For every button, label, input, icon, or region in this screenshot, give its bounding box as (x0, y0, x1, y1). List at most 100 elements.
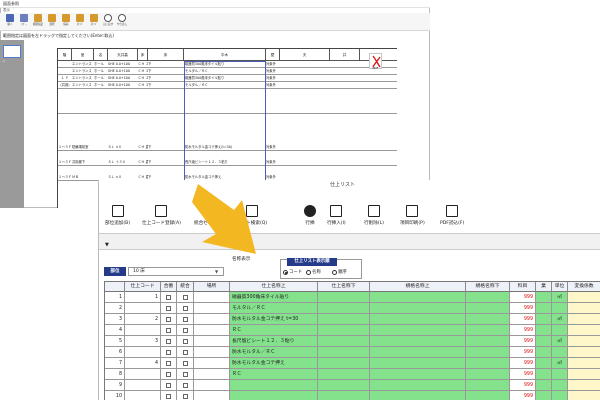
grid-cell[interactable] (466, 336, 510, 347)
grid-cell[interactable] (536, 292, 552, 303)
grid-cell[interactable] (568, 325, 600, 336)
grid-cell[interactable] (466, 292, 510, 303)
grid-cell[interactable] (568, 347, 600, 358)
grid-cell[interactable] (177, 380, 194, 391)
ribbon-open-button[interactable]: 開く (3, 13, 17, 31)
row-delete-button[interactable]: 行削除(L) (364, 205, 384, 231)
grid-cell-upper[interactable]: 防水モルタル／ＲＣ (230, 347, 318, 358)
grid-cell-unit[interactable] (552, 325, 568, 336)
grid-cell[interactable] (568, 369, 600, 380)
table-row[interactable]: 6 防水モルタル／ＲＣ 999 (105, 347, 600, 358)
checkbox[interactable] (183, 328, 188, 333)
ribbon-redo-button[interactable]: やり直し (115, 13, 129, 31)
grid-cell-place[interactable] (194, 347, 230, 358)
checkbox[interactable] (183, 361, 188, 366)
grid-cell-upper[interactable]: 長尺塩ビシート１２．３粘り (230, 336, 318, 347)
checkbox[interactable] (183, 295, 188, 300)
grid-cell-n[interactable]: 10 (105, 391, 125, 400)
grid-cell-upper[interactable]: 磁器質300角床タイル貼り (230, 292, 318, 303)
grid-cell-code[interactable]: 3 (125, 336, 161, 347)
grid-cell-unit[interactable] (552, 303, 568, 314)
checkbox[interactable] (166, 295, 171, 300)
grid-cell[interactable] (161, 380, 177, 391)
grid-cell-place[interactable] (194, 303, 230, 314)
grid-cell-unit[interactable]: ㎡ (552, 358, 568, 369)
grid-cell[interactable] (177, 292, 194, 303)
grid-cell-code[interactable] (125, 347, 161, 358)
grid-cell-upper[interactable] (230, 380, 318, 391)
checkbox[interactable] (183, 383, 188, 388)
grid-cell[interactable] (161, 303, 177, 314)
radio-order[interactable]: 順序 (332, 268, 347, 276)
grid-cell[interactable] (161, 391, 177, 400)
grid-cell[interactable] (466, 303, 510, 314)
grid-cell[interactable] (466, 347, 510, 358)
grid-cell[interactable] (318, 358, 370, 369)
grid-cell[interactable] (370, 369, 466, 380)
table-row[interactable]: 3 2 防水モルタル金コテ押え t=30 999 ㎡ (105, 314, 600, 325)
grid-cell-unit[interactable] (552, 391, 568, 400)
grid-cell-code[interactable] (125, 380, 161, 391)
pdf-icon[interactable]: PDF (369, 53, 382, 70)
checkbox[interactable] (183, 350, 188, 355)
grid-cell-unit[interactable]: ㎡ (552, 336, 568, 347)
grid-cell[interactable] (161, 358, 177, 369)
grid-cell-n[interactable]: 7 (105, 358, 125, 369)
grid-cell-price[interactable]: 999 (510, 303, 536, 314)
grid-cell-place[interactable] (194, 292, 230, 303)
grid-cell[interactable] (568, 292, 600, 303)
print-button[interactable]: 項目印刷(P) (400, 205, 425, 231)
radio-name[interactable]: 名称 (306, 268, 321, 276)
grid-cell[interactable] (568, 336, 600, 347)
grid-cell[interactable] (466, 380, 510, 391)
checkbox[interactable] (166, 350, 171, 355)
grid-cell[interactable] (370, 380, 466, 391)
grid-cell-n[interactable]: 9 (105, 380, 125, 391)
table-row[interactable]: 7 4 防水モルタル金コテ押え 999 ㎡ (105, 358, 600, 369)
grid-cell[interactable] (177, 336, 194, 347)
grid-cell[interactable] (466, 369, 510, 380)
grid-cell[interactable] (161, 369, 177, 380)
table-row[interactable]: 4 ＲＣ 999 (105, 325, 600, 336)
grid-cell[interactable] (466, 358, 510, 369)
ribbon-copy-button[interactable]: ｺﾋﾟｰ (17, 13, 31, 31)
grid-cell-n[interactable]: 6 (105, 347, 125, 358)
grid-cell[interactable] (536, 336, 552, 347)
grid-cell[interactable] (370, 347, 466, 358)
grid-cell-price[interactable]: 999 (510, 292, 536, 303)
grid-cell[interactable] (536, 358, 552, 369)
grid-cell[interactable] (318, 325, 370, 336)
grid-cell-place[interactable] (194, 369, 230, 380)
ribbon-slide2-button[interactable]: ｽﾗｲﾄﾞ (87, 13, 101, 31)
ribbon-save-button[interactable]: 保存 (59, 13, 73, 31)
grid-cell[interactable] (177, 303, 194, 314)
grid-cell[interactable] (318, 336, 370, 347)
row-insert-2-button[interactable]: 行挿入(I) (327, 205, 346, 231)
grid-cell-unit[interactable]: ㎡ (552, 314, 568, 325)
checkbox[interactable] (166, 383, 171, 388)
grid-cell[interactable] (536, 325, 552, 336)
grid-cell-price[interactable]: 999 (510, 347, 536, 358)
grid-cell[interactable] (568, 303, 600, 314)
ribbon-range-button[interactable]: 範囲指定 (31, 13, 45, 31)
grid-cell[interactable] (370, 292, 466, 303)
grid-cell-unit[interactable] (552, 369, 568, 380)
grid-cell-place[interactable] (194, 314, 230, 325)
add-part-button[interactable]: 部位追加(B) (105, 205, 130, 231)
checkbox[interactable] (183, 317, 188, 322)
grid-cell-price[interactable]: 999 (510, 369, 536, 380)
grid-cell-upper[interactable]: ＲＣ (230, 325, 318, 336)
code-register-button[interactable]: 仕上コード登録(A) (142, 205, 181, 231)
grid-cell[interactable] (370, 391, 466, 400)
chevron-down-icon[interactable]: ▼ (215, 267, 218, 276)
grid-cell-code[interactable] (125, 391, 161, 400)
grid-cell[interactable] (536, 314, 552, 325)
table-row[interactable]: 9 999 (105, 380, 600, 391)
grid-cell-unit[interactable] (552, 347, 568, 358)
grid-cell-price[interactable]: 999 (510, 314, 536, 325)
grid-cell[interactable] (370, 358, 466, 369)
grid-cell[interactable] (568, 314, 600, 325)
grid-cell-code[interactable] (125, 369, 161, 380)
grid-cell-upper[interactable]: モルタル／ＲＣ (230, 303, 318, 314)
grid-cell-place[interactable] (194, 358, 230, 369)
